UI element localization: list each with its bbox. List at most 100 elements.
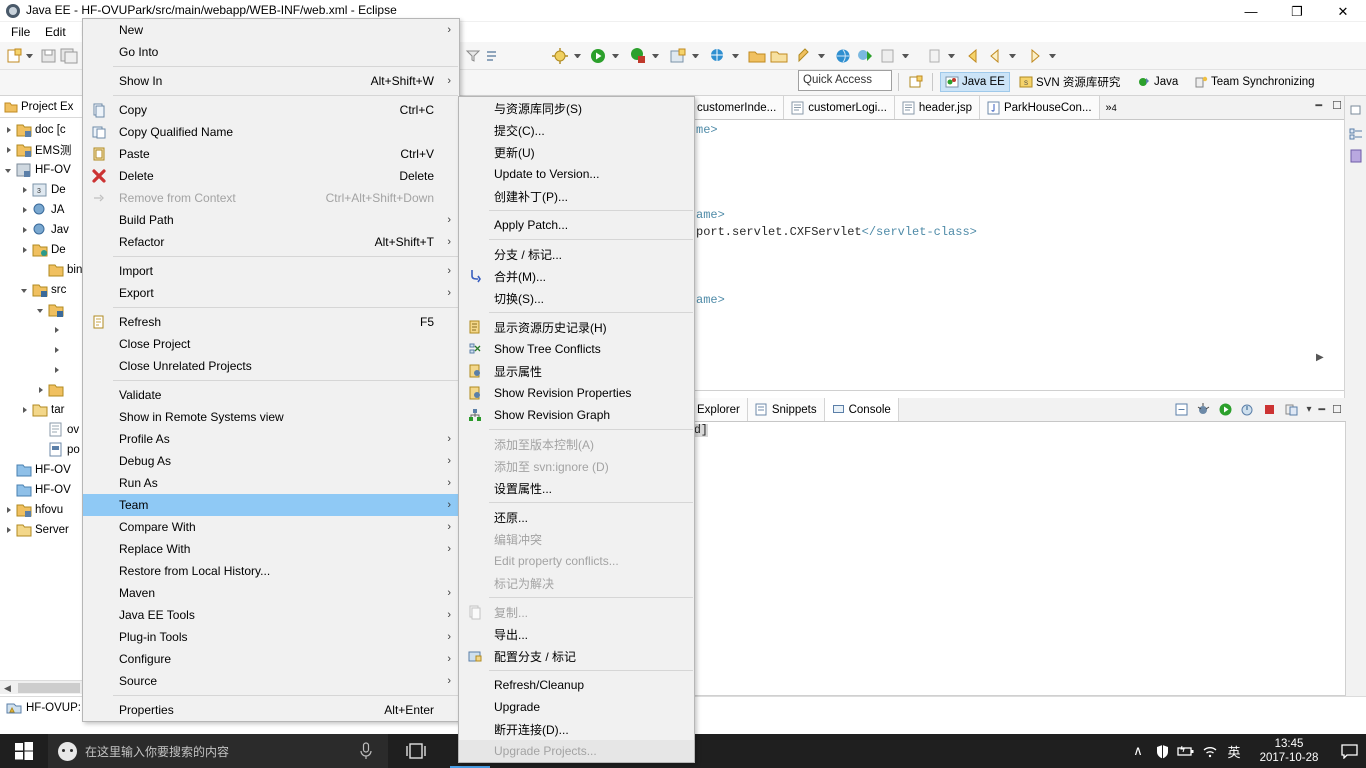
context-menu-item[interactable]: Debug As›: [83, 450, 459, 472]
run-console-icon[interactable]: [1218, 402, 1233, 417]
context-menu-item[interactable]: Show in Remote Systems view: [83, 406, 459, 428]
tree-item[interactable]: [0, 380, 85, 400]
tab-project-explorer[interactable]: Project Ex: [0, 96, 85, 118]
team-submenu-item[interactable]: Apply Patch...: [459, 214, 694, 236]
chevron-right-icon[interactable]: [52, 345, 63, 356]
chevron-right-icon[interactable]: [20, 245, 31, 256]
bottom-view-tab[interactable]: Console: [825, 398, 899, 421]
context-menu-item[interactable]: Close Unrelated Projects: [83, 355, 459, 377]
context-menu-item[interactable]: Team›: [83, 494, 459, 516]
context-menu-item[interactable]: Close Project: [83, 333, 459, 355]
scroll-left-arrow-icon[interactable]: ◀: [4, 683, 11, 693]
team-submenu-item[interactable]: Show Tree Conflicts: [459, 338, 694, 360]
menu-edit[interactable]: Edit: [40, 24, 71, 40]
team-submenu-item[interactable]: 导出...: [459, 623, 694, 645]
save-all-icon[interactable]: [60, 47, 78, 65]
tree-item[interactable]: [0, 360, 85, 380]
task-view-button[interactable]: [392, 734, 440, 768]
project-tree[interactable]: doc [cEMS测HF-OV3DeJAJavDebinsrctarovpoHF…: [0, 120, 85, 680]
team-submenu-item[interactable]: 创建补丁(P)...: [459, 185, 694, 207]
team-submenu-item[interactable]: 显示资源历史记录(H): [459, 316, 694, 338]
team-submenu-item[interactable]: Refresh/Cleanup: [459, 674, 694, 696]
back-history-icon[interactable]: [964, 47, 982, 65]
team-submenu-item[interactable]: 提交(C)...: [459, 119, 694, 141]
tree-item[interactable]: [0, 340, 85, 360]
start-button[interactable]: [0, 734, 48, 768]
chevron-down-icon[interactable]: [4, 165, 15, 176]
annotation-dropdown-arrow[interactable]: [948, 54, 955, 59]
context-menu-item[interactable]: PasteCtrl+V: [83, 143, 459, 165]
context-menu-item[interactable]: Java EE Tools›: [83, 604, 459, 626]
outline-view-icon[interactable]: [1348, 126, 1364, 142]
maximize-button[interactable]: ❐: [1274, 0, 1320, 22]
team-submenu-item[interactable]: 分支 / 标记...: [459, 243, 694, 265]
tree-item[interactable]: bin: [0, 260, 85, 280]
network-wifi-icon[interactable]: [1198, 734, 1222, 768]
terminate-icon[interactable]: [1262, 402, 1277, 417]
context-menu-item[interactable]: Copy Qualified Name: [83, 121, 459, 143]
context-menu-item[interactable]: New›: [83, 19, 459, 41]
forward-dropdown-arrow[interactable]: [1049, 54, 1056, 59]
view-menu-chevron-icon[interactable]: ▾: [1306, 404, 1311, 415]
perspective-svn-repo[interactable]: S SVN 资源库研究: [1015, 72, 1124, 92]
search-web-icon[interactable]: [709, 47, 727, 65]
run-dropdown-arrow[interactable]: [612, 54, 619, 59]
context-menu-item[interactable]: Plug-in Tools›: [83, 626, 459, 648]
run-external-tools-icon[interactable]: [629, 47, 647, 65]
context-menu-item[interactable]: Replace With›: [83, 538, 459, 560]
team-submenu-item[interactable]: Update to Version...: [459, 163, 694, 185]
editor-code[interactable]: me>ame>port.servlet.CXFServlet</servlet-…: [692, 122, 1328, 352]
context-menu-item[interactable]: PropertiesAlt+Enter: [83, 699, 459, 721]
project-context-menu[interactable]: New›Go IntoShow InAlt+Shift+W›CopyCtrl+C…: [82, 18, 460, 722]
back-dropdown-arrow[interactable]: [1009, 54, 1016, 59]
project-tree-hscrollbar[interactable]: ◀: [0, 680, 85, 694]
perspective-team-sync[interactable]: Team Synchronizing: [1190, 72, 1319, 92]
tree-item[interactable]: src: [0, 280, 85, 300]
team-submenu-item[interactable]: 与资源库同步(S): [459, 97, 694, 119]
minimize-button[interactable]: —: [1228, 0, 1274, 22]
team-submenu-item[interactable]: 设置属性...: [459, 477, 694, 499]
context-menu-item[interactable]: RefreshF5: [83, 311, 459, 333]
new-server-icon[interactable]: [669, 47, 687, 65]
editor-tab[interactable]: header.jsp: [895, 96, 980, 119]
team-submenu-item[interactable]: 显示属性: [459, 360, 694, 382]
display-selected-console-icon[interactable]: [1284, 402, 1299, 417]
context-menu-item[interactable]: Compare With›: [83, 516, 459, 538]
chevron-right-icon[interactable]: [4, 505, 15, 516]
taskbar-clock[interactable]: 13:45 2017-10-28: [1246, 734, 1332, 768]
context-menu-item[interactable]: RefactorAlt+Shift+T›: [83, 231, 459, 253]
tree-item[interactable]: Server: [0, 520, 85, 540]
action-center-button[interactable]: [1332, 734, 1366, 768]
search-dropdown-arrow[interactable]: [732, 54, 739, 59]
bottom-view-tab[interactable]: Explorer: [690, 398, 748, 421]
minimize-editor-icon[interactable]: ━: [1316, 99, 1323, 112]
tree-item[interactable]: doc [c: [0, 120, 85, 140]
open-folder-icon[interactable]: [748, 47, 766, 65]
external-tools-dropdown-arrow[interactable]: [652, 54, 659, 59]
tree-item[interactable]: hfovu: [0, 500, 85, 520]
perspective-java[interactable]: Java: [1133, 72, 1182, 92]
filter-icon[interactable]: [464, 47, 482, 65]
team-submenu-item[interactable]: 配置分支 / 标记: [459, 645, 694, 667]
battery-icon[interactable]: [1174, 734, 1198, 768]
task-list-view-icon[interactable]: [1348, 148, 1364, 164]
next-annotation-icon[interactable]: [925, 47, 943, 65]
context-menu-item[interactable]: Validate: [83, 384, 459, 406]
ime-language-icon[interactable]: 英: [1222, 734, 1246, 768]
new-java-class-icon[interactable]: [551, 47, 569, 65]
chevron-right-icon[interactable]: [20, 405, 31, 416]
perspective-java-ee[interactable]: Java EE: [940, 72, 1010, 92]
quick-access-input[interactable]: Quick Access: [798, 70, 892, 91]
team-submenu-item[interactable]: 更新(U): [459, 141, 694, 163]
chevron-right-icon[interactable]: [52, 325, 63, 336]
close-button[interactable]: ✕: [1320, 0, 1366, 22]
team-submenu-item[interactable]: Show Revision Graph: [459, 404, 694, 426]
editor-tabs-overflow-button[interactable]: »4: [1100, 96, 1123, 119]
team-submenu[interactable]: 与资源库同步(S)提交(C)...更新(U)Update to Version.…: [458, 96, 695, 763]
chevron-right-icon[interactable]: [20, 205, 31, 216]
restore-view-icon[interactable]: [1348, 102, 1364, 118]
tree-item[interactable]: HF-OV: [0, 160, 85, 180]
pin-icon[interactable]: [795, 47, 813, 65]
open-type-icon[interactable]: [770, 47, 788, 65]
tray-expand-chevron-icon[interactable]: ∧: [1126, 734, 1150, 768]
